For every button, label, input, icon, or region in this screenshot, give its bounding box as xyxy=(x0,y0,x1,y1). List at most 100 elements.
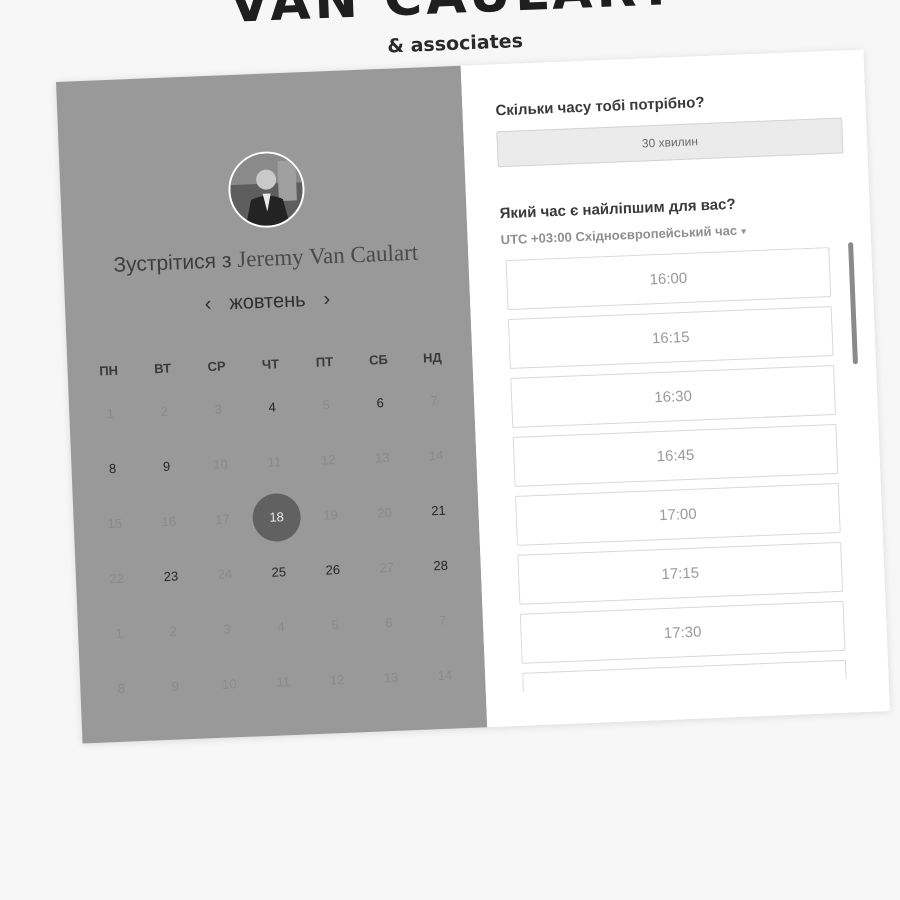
calendar-day: 7 xyxy=(415,595,471,645)
calendar-day-number: 27 xyxy=(379,559,395,575)
calendar-day[interactable]: 28 xyxy=(413,540,469,590)
calendar-day-number: 6 xyxy=(385,614,393,630)
calendar-day: 7 xyxy=(406,376,462,426)
calendar-day-number: 8 xyxy=(108,460,117,476)
calendar-day[interactable]: 21 xyxy=(411,485,467,535)
meet-heading: Зустрітися з Jeremy Van Caulart xyxy=(63,238,469,280)
calendar-day: 19 xyxy=(303,490,359,540)
calendar-panel: Зустрітися з Jeremy Van Caulart ‹ жовтен… xyxy=(56,65,488,744)
calendar-day-number: 7 xyxy=(438,612,447,628)
month-label: жовтень xyxy=(228,289,307,315)
calendar-day-number: 10 xyxy=(221,675,237,692)
calendar-day: 11 xyxy=(255,657,311,707)
calendar-day-number: 9 xyxy=(162,458,171,474)
weekday-label: СБ xyxy=(368,351,389,368)
weekday-label: ЧТ xyxy=(261,356,280,372)
next-month-button[interactable]: › xyxy=(323,288,331,311)
calendar-day: 6 xyxy=(361,598,417,648)
calendar-day-number: 18 xyxy=(251,492,302,542)
duration-select[interactable]: 30 хвилин xyxy=(496,117,844,168)
calendar-day: 8 xyxy=(93,663,149,713)
calendar-day-number: 1 xyxy=(106,405,115,421)
calendar-day-number: 19 xyxy=(323,506,339,523)
time-slot-button[interactable]: 16:15 xyxy=(507,306,834,370)
calendar-day-number: 7 xyxy=(430,392,438,408)
calendar-day: 12 xyxy=(309,655,365,705)
time-slot-button[interactable]: 16:45 xyxy=(512,423,839,487)
calendar-day-selected[interactable]: 18 xyxy=(249,492,305,542)
duration-question: Скільки часу тобі потрібно? xyxy=(495,93,705,120)
calendar-day-number: 13 xyxy=(383,669,399,685)
calendar-day-number: 12 xyxy=(329,671,345,687)
calendar-day-number: 11 xyxy=(267,453,282,470)
calendar-day-number: 5 xyxy=(331,616,339,632)
calendar-day-number: 2 xyxy=(169,623,178,639)
host-photo xyxy=(229,152,304,228)
calendar-day-number: 12 xyxy=(320,451,336,468)
time-panel: Скільки часу тобі потрібно? 30 хвилин Як… xyxy=(460,49,890,728)
prev-month-button[interactable]: ‹ xyxy=(204,293,212,316)
calendar-day-number: 4 xyxy=(277,618,285,635)
calendar-day-number: 1 xyxy=(115,625,124,641)
calendar-day: 10 xyxy=(193,439,249,489)
time-slot-button[interactable]: 17:00 xyxy=(514,482,841,546)
calendar-day: 1 xyxy=(91,608,147,658)
calendar-day: 1 xyxy=(82,389,138,439)
calendar-day: 14 xyxy=(417,650,473,700)
calendar-day-number: 11 xyxy=(276,673,291,690)
calendar-day[interactable]: 6 xyxy=(352,378,408,428)
calendar-day: 17 xyxy=(195,494,251,544)
calendar-day-number: 3 xyxy=(223,620,231,637)
calendar-day-number: 9 xyxy=(171,678,180,694)
calendar-day-number: 23 xyxy=(163,568,179,584)
calendar-grid: ПН ВТ СР ЧТ ПТ СБ НД 1 2 3 4 5 6 7 8 9 10 11 12 13 14 15 16 17… xyxy=(81,342,475,717)
calendar-day-number: 25 xyxy=(271,563,287,580)
calendar-day[interactable]: 8 xyxy=(85,443,141,493)
calendar-day[interactable]: 9 xyxy=(139,441,195,491)
calendar-day-number: 15 xyxy=(107,515,123,531)
avatar xyxy=(226,150,306,230)
calendar-day-number: 17 xyxy=(215,510,231,527)
calendar-day[interactable]: 4 xyxy=(244,382,300,432)
calendar-day-number: 10 xyxy=(212,455,228,472)
calendar-day-number: 14 xyxy=(437,667,453,683)
calendar-day: 12 xyxy=(300,435,356,485)
calendar-day: 2 xyxy=(136,386,192,436)
calendar-day-number: 20 xyxy=(376,504,393,520)
calendar-day[interactable]: 26 xyxy=(305,545,361,595)
time-slot-button[interactable]: 17:30 xyxy=(519,600,846,664)
calendar-day-number: 2 xyxy=(160,403,169,419)
calendar-day: 4 xyxy=(253,602,309,652)
time-slot-button[interactable]: 16:00 xyxy=(505,247,832,311)
time-slot-button[interactable] xyxy=(522,659,848,692)
calendar-day-number: 14 xyxy=(428,447,444,463)
weekday-label: ПН xyxy=(98,362,119,379)
calendar-day[interactable]: 25 xyxy=(251,547,307,597)
timezone-label: UTC +03:00 Східноєвропейський час xyxy=(500,222,738,248)
calendar-day: 27 xyxy=(359,543,415,593)
weekday-label: ПТ xyxy=(315,354,334,370)
calendar-day[interactable]: 23 xyxy=(143,551,199,601)
calendar-day-number: 8 xyxy=(117,680,126,696)
calendar-day-number: 16 xyxy=(161,513,177,529)
calendar-day-number: 6 xyxy=(376,394,385,410)
calendar-day: 11 xyxy=(246,437,302,487)
calendar-day-number: 22 xyxy=(109,570,125,586)
calendar-day: 9 xyxy=(147,661,203,711)
time-slot-button[interactable]: 16:30 xyxy=(510,365,836,428)
timezone-dropdown[interactable]: UTC +03:00 Східноєвропейський час ▾ xyxy=(500,222,746,247)
caret-down-icon: ▾ xyxy=(740,226,747,238)
calendar-day-number: 21 xyxy=(430,502,447,518)
calendar-day: 24 xyxy=(197,549,253,599)
time-slot-button[interactable]: 17:15 xyxy=(517,541,844,605)
calendar-day: 13 xyxy=(354,433,410,483)
calendar-day: 16 xyxy=(141,496,197,546)
calendar-day: 14 xyxy=(408,430,464,480)
weekday-label: СР xyxy=(207,358,226,375)
booking-card: Зустрітися з Jeremy Van Caulart ‹ жовтен… xyxy=(56,49,890,744)
calendar-day: 2 xyxy=(145,606,201,656)
calendar-day-number: 13 xyxy=(374,449,390,465)
time-slot-list[interactable]: 16:00 16:15 16:30 16:45 17:00 17:15 17:30 xyxy=(505,246,863,692)
calendar-day: 22 xyxy=(89,553,145,603)
slot-scrollbar[interactable] xyxy=(848,242,858,365)
